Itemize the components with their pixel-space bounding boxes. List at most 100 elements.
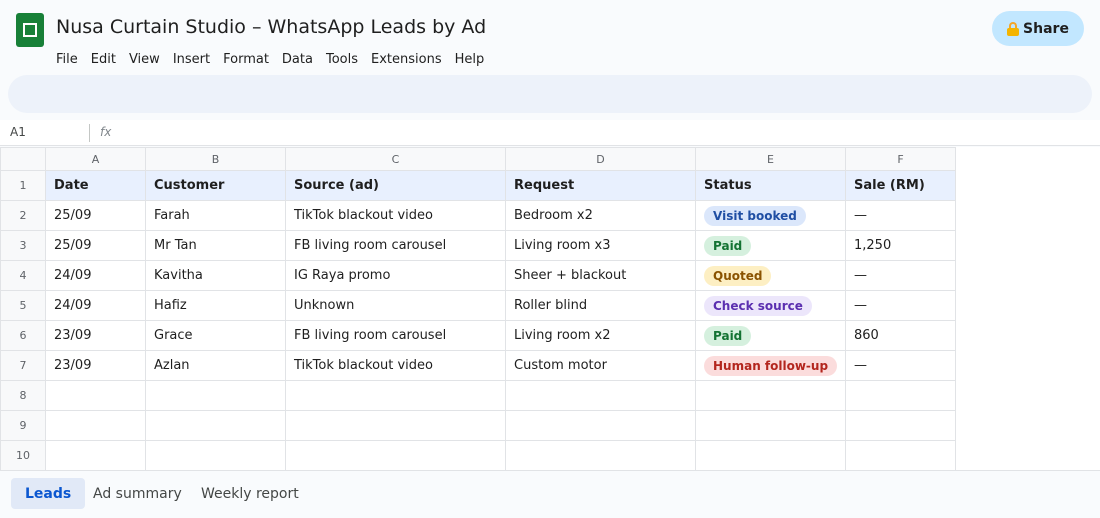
empty-cell[interactable] <box>695 410 846 441</box>
row-number[interactable]: 1 <box>0 170 46 201</box>
cell-sale[interactable]: — <box>845 350 956 381</box>
cell-reference-box[interactable]: A1 <box>10 125 26 139</box>
cell-date[interactable]: 23/09 <box>45 350 146 381</box>
cell-source[interactable]: Unknown <box>285 290 506 321</box>
row-number[interactable]: 7 <box>0 350 46 381</box>
empty-cell[interactable] <box>45 410 146 441</box>
cell-request[interactable]: Roller blind <box>505 290 696 321</box>
status-badge[interactable]: Human follow-up <box>704 355 838 376</box>
cell-date[interactable]: 25/09 <box>45 200 146 231</box>
empty-cell[interactable] <box>45 440 146 471</box>
row-number[interactable]: 2 <box>0 200 46 231</box>
cell-status[interactable]: Check source <box>695 290 846 321</box>
cell-date[interactable]: 24/09 <box>45 290 146 321</box>
row-number[interactable]: 6 <box>0 320 46 351</box>
sheet-tab-ad-summary[interactable]: Ad summary <box>79 478 196 509</box>
row-number[interactable]: 10 <box>0 440 46 471</box>
empty-cell[interactable] <box>285 380 506 411</box>
cell-sale[interactable]: 860 <box>845 320 956 351</box>
empty-cell[interactable] <box>695 440 846 471</box>
sheet-tab-weekly-report[interactable]: Weekly report <box>187 478 313 509</box>
row-number[interactable]: 4 <box>0 260 46 291</box>
menu-data[interactable]: Data <box>282 52 319 67</box>
cell-status[interactable]: Human follow-up <box>695 350 846 381</box>
cell-sale[interactable]: — <box>845 290 956 321</box>
share-button[interactable]: Share <box>992 11 1084 46</box>
menu-extensions[interactable]: Extensions <box>371 52 448 67</box>
cell-status[interactable]: Quoted <box>695 260 846 291</box>
empty-cell[interactable] <box>145 410 286 441</box>
empty-cell[interactable] <box>285 440 506 471</box>
column-header-c[interactable]: C <box>285 147 506 171</box>
row-number[interactable]: 5 <box>0 290 46 321</box>
header-cell-sale[interactable]: Sale (RM) <box>845 170 956 201</box>
status-badge[interactable]: Check source <box>704 295 812 316</box>
menu-help[interactable]: Help <box>455 52 491 67</box>
menu-insert[interactable]: Insert <box>173 52 216 67</box>
cell-source[interactable]: FB living room carousel <box>285 230 506 261</box>
sheets-logo-icon[interactable] <box>16 13 44 47</box>
cell-source[interactable]: TikTok blackout video <box>285 350 506 381</box>
cell-status[interactable]: Paid <box>695 230 846 261</box>
column-header-b[interactable]: B <box>145 147 286 171</box>
header-cell-status[interactable]: Status <box>695 170 846 201</box>
empty-cell[interactable] <box>505 380 696 411</box>
cell-customer[interactable]: Grace <box>145 320 286 351</box>
row-number[interactable]: 3 <box>0 230 46 261</box>
cell-customer[interactable]: Azlan <box>145 350 286 381</box>
cell-date[interactable]: 25/09 <box>45 230 146 261</box>
cell-request[interactable]: Living room x2 <box>505 320 696 351</box>
column-header-a[interactable]: A <box>45 147 146 171</box>
cell-sale[interactable]: — <box>845 200 956 231</box>
cell-customer[interactable]: Hafiz <box>145 290 286 321</box>
menu-file[interactable]: File <box>56 52 84 67</box>
header-cell-date[interactable]: Date <box>45 170 146 201</box>
cell-status[interactable]: Paid <box>695 320 846 351</box>
cell-status[interactable]: Visit booked <box>695 200 846 231</box>
empty-cell[interactable] <box>505 440 696 471</box>
row-number[interactable]: 8 <box>0 380 46 411</box>
sheet-tab-leads[interactable]: Leads <box>11 478 86 509</box>
select-all-corner[interactable] <box>0 147 46 171</box>
cell-source[interactable]: FB living room carousel <box>285 320 506 351</box>
cell-date[interactable]: 24/09 <box>45 260 146 291</box>
empty-cell[interactable] <box>285 410 506 441</box>
menu-view[interactable]: View <box>129 52 166 67</box>
menu-edit[interactable]: Edit <box>91 52 122 67</box>
cell-request[interactable]: Bedroom x2 <box>505 200 696 231</box>
cell-request[interactable]: Sheer + blackout <box>505 260 696 291</box>
cell-source[interactable]: TikTok blackout video <box>285 200 506 231</box>
status-badge[interactable]: Visit booked <box>704 205 806 226</box>
cell-request[interactable]: Custom motor <box>505 350 696 381</box>
column-header-f[interactable]: F <box>845 147 956 171</box>
empty-cell[interactable] <box>505 410 696 441</box>
row-number[interactable]: 9 <box>0 410 46 441</box>
column-header-e[interactable]: E <box>695 147 846 171</box>
status-badge[interactable]: Quoted <box>704 265 772 286</box>
cell-customer[interactable]: Kavitha <box>145 260 286 291</box>
status-badge[interactable]: Paid <box>704 325 752 346</box>
empty-cell[interactable] <box>695 380 846 411</box>
empty-cell[interactable] <box>845 380 956 411</box>
empty-cell[interactable] <box>145 440 286 471</box>
empty-cell[interactable] <box>45 380 146 411</box>
column-header-d[interactable]: D <box>505 147 696 171</box>
empty-cell[interactable] <box>845 410 956 441</box>
empty-cell[interactable] <box>845 440 956 471</box>
cell-date[interactable]: 23/09 <box>45 320 146 351</box>
cell-request[interactable]: Living room x3 <box>505 230 696 261</box>
header-cell-request[interactable]: Request <box>505 170 696 201</box>
status-badge[interactable]: Paid <box>704 235 752 256</box>
cell-sale[interactable]: — <box>845 260 956 291</box>
menu-format[interactable]: Format <box>223 52 275 67</box>
cell-sale[interactable]: 1,250 <box>845 230 956 261</box>
document-title[interactable]: Nusa Curtain Studio – WhatsApp Leads by … <box>56 16 486 38</box>
empty-cell[interactable] <box>145 380 286 411</box>
cell-source[interactable]: IG Raya promo <box>285 260 506 291</box>
cell-customer[interactable]: Farah <box>145 200 286 231</box>
toolbar[interactable] <box>8 75 1092 113</box>
cell-customer[interactable]: Mr Tan <box>145 230 286 261</box>
header-cell-customer[interactable]: Customer <box>145 170 286 201</box>
header-cell-source[interactable]: Source (ad) <box>285 170 506 201</box>
menu-tools[interactable]: Tools <box>326 52 364 67</box>
